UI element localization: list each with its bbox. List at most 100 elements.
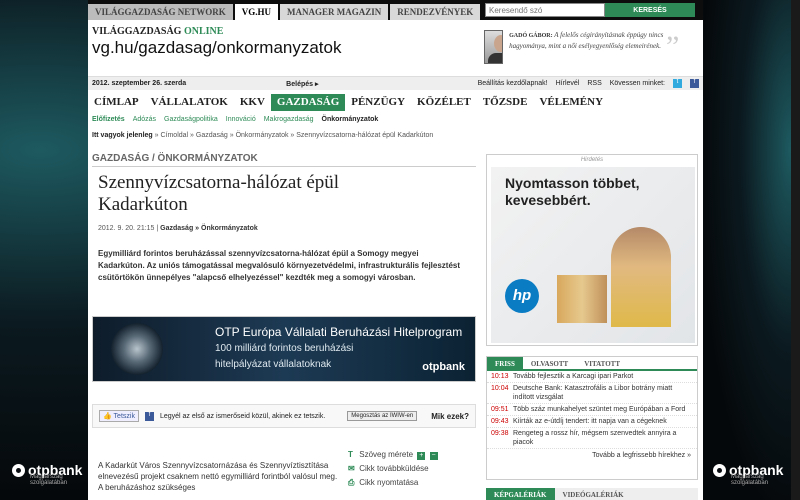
tab-vg[interactable]: VG.hu: [234, 4, 279, 20]
page: VILÁGGAZDASÁG ONLINE vg.hu/gazdasag/onko…: [88, 20, 703, 500]
nav-gazdasag[interactable]: GAZDASÁG: [270, 94, 346, 111]
side-ad-left[interactable]: otpbank Magyarszág szolgálatában: [12, 462, 82, 486]
banner-line2: 100 milliárd forintos beruházási: [215, 343, 354, 354]
font-decrease-button[interactable]: −: [429, 452, 438, 460]
iwiw-share-button[interactable]: Megosztás az IWIW-en: [347, 411, 418, 421]
utility-links: Beállítás kezdőlapnak! Hírlevél RSS Köve…: [478, 79, 699, 88]
news-more-link[interactable]: Tovább a legfrissebb hírekhez »: [487, 449, 697, 462]
envelope-icon: ✉: [348, 464, 355, 473]
social-bar: 👍 Tetszik f Legyél az első az ismerőseid…: [92, 404, 476, 428]
hp-logo: hp: [505, 279, 539, 313]
breadcrumb-path[interactable]: » Címoldal » Gazdaság » Önkormányzatok »…: [155, 132, 434, 139]
brand-logo[interactable]: VILÁGGAZDASÁG ONLINE: [92, 26, 223, 37]
search-input[interactable]: [485, 3, 605, 17]
background-right: [704, 0, 800, 500]
tab-network[interactable]: VILÁGGAZDASÁG Network: [88, 4, 233, 20]
top-network-bar: VILÁGGAZDASÁG Network VG.hu manager maga…: [88, 0, 703, 20]
tab-olvasott[interactable]: OLVASOTT: [523, 357, 576, 369]
nav-velemeny[interactable]: VÉLEMÉNY: [533, 94, 609, 111]
news-tabs: FRISS OLVASOTT VITATOTT: [487, 357, 697, 371]
forward-tool[interactable]: ✉ Cikk továbbküldése: [348, 462, 438, 476]
news-item[interactable]: 09:38 Rengeteg a rossz hír, mégsem szenve…: [487, 428, 697, 449]
font-size-tool: T Szöveg mérete + −: [348, 448, 438, 462]
page-url-title: vg.hu/gazdasag/onkormanyzatok: [92, 38, 342, 57]
facebook-icon: f: [144, 411, 154, 421]
fb-like-text: Legyél az első az ismerőseid közül, akin…: [159, 412, 326, 420]
news-item[interactable]: 10:13 Tovább fejlesztik a Karcagi ipari P…: [487, 371, 697, 383]
quote-text: GADÓ GÁBOR: A felelős cégirányításnak ép…: [509, 30, 674, 64]
ad-boxes-graphic: [557, 275, 607, 323]
nav-vallalatok[interactable]: VÁLLALATOK: [145, 94, 234, 111]
side-ad-right[interactable]: otpbank Magyarszág szolgálatában: [713, 462, 783, 486]
scrollbar[interactable]: [791, 0, 800, 500]
news-item[interactable]: 10:04 Deutsche Bank: Katasztrofális a Lib…: [487, 383, 697, 404]
news-box: FRISS OLVASOTT VITATOTT 10:13 Tovább fejl…: [486, 356, 698, 480]
printer-icon: ⎙: [348, 478, 355, 487]
ad-headline-2: kevesebbért.: [505, 192, 591, 208]
facebook-icon[interactable]: f: [690, 79, 699, 88]
tab-rendezvenyek[interactable]: RENDEZVÉNYEK: [390, 4, 481, 20]
ad-image: Nyomtasson többet, kevesebbért. hp: [491, 167, 695, 343]
tab-friss[interactable]: FRISS: [487, 357, 523, 369]
forward-label: Cikk továbbküldése: [359, 464, 429, 473]
subnav-makrogazdasag[interactable]: Makrogazdaság: [264, 116, 314, 123]
homepage-link[interactable]: Beállítás kezdőlapnak!: [478, 80, 548, 87]
brand-prefix: VILÁGGAZDASÁG: [92, 26, 182, 37]
nav-tozsde[interactable]: TŐZSDE: [477, 94, 534, 111]
rss-link[interactable]: RSS: [587, 80, 601, 87]
tab-videogaleriak[interactable]: VIDEÓGALÉRIÁK: [555, 488, 632, 500]
nav-cimlap[interactable]: CÍMLAP: [88, 94, 145, 111]
sub-nav: Előfizetés Adózás Gazdaságpolitika Innov…: [88, 113, 703, 126]
print-tool[interactable]: ⎙ Cikk nyomtatása: [348, 476, 438, 490]
news-item[interactable]: 09:51 Több száz munkahelyet szüntet meg E…: [487, 404, 697, 416]
side-logo-sub: Magyarszág szolgálatában: [30, 474, 68, 486]
banner-line1: OTP Európa Vállalati Beruházási Hitelpro…: [215, 325, 463, 339]
mik-ezek-link[interactable]: Mik ezek?: [431, 412, 469, 421]
article-title: Szennyvízcsatorna-hálózat épül Kadarkúto…: [98, 172, 340, 215]
ad-child-graphic: [611, 227, 671, 327]
otp-logo-icon: [713, 463, 726, 477]
quote-box[interactable]: GADÓ GÁBOR: A felelős cégirányításnak ép…: [484, 30, 674, 64]
tab-manager-magazin[interactable]: manager magazin: [280, 4, 389, 20]
text-size-icon: T: [348, 450, 353, 459]
font-size-label: Szöveg mérete: [359, 450, 414, 459]
propeller-icon: [111, 323, 163, 375]
quote-author: GADÓ GÁBOR:: [509, 33, 553, 39]
tab-kepgaleriak[interactable]: KÉPGALÉRIÁK: [486, 488, 555, 500]
search-box: KERESÉS: [485, 3, 695, 17]
article-lead: Egymilliárd forintos beruházással szenny…: [98, 249, 461, 282]
subnav-gazdasagpolitika[interactable]: Gazdaságpolitika: [164, 116, 218, 123]
login-link[interactable]: Belépés ▸: [286, 80, 318, 88]
subnav-innovacio[interactable]: Innováció: [226, 116, 256, 123]
nav-kkv[interactable]: KKV: [234, 94, 271, 111]
like-button[interactable]: 👍 Tetszik: [99, 410, 139, 422]
breadcrumb-prefix: Itt vagyok jelenleg: [92, 132, 153, 139]
subnav-onkormanyzatok[interactable]: Önkormányzatok: [322, 116, 379, 123]
twitter-icon[interactable]: t: [673, 79, 682, 88]
section-title: GAZDASÁG / ÖNKORMÁNYZATOK: [92, 153, 476, 167]
font-increase-button[interactable]: +: [417, 452, 426, 460]
article-date: 2012. 9. 20. 21:15 |: [98, 225, 159, 232]
subnav-elofizetes[interactable]: Előfizetés: [92, 116, 125, 123]
banner-line3: hitelpályázat vállalatoknak: [215, 359, 332, 370]
main-nav: CÍMLAP VÁLLALATOK KKV GAZDASÁG PÉNZÜGY K…: [88, 94, 703, 111]
hp-ad[interactable]: Hirdetés Nyomtasson többet, kevesebbért.…: [486, 154, 698, 346]
article-category[interactable]: Gazdaság » Önkormányzatok: [160, 225, 258, 232]
current-date: 2012. szeptember 26. szerda: [92, 80, 187, 87]
side-logo-sub: Magyarszág szolgálatában: [731, 474, 769, 486]
nav-penzugy[interactable]: PÉNZÜGY: [345, 94, 411, 111]
ad-headline: Nyomtasson többet, kevesebbért.: [505, 175, 640, 209]
brand-suffix: ONLINE: [183, 26, 224, 37]
otp-banner-ad[interactable]: OTP Európa Vállalati Beruházási Hitelpro…: [92, 316, 476, 382]
nav-kozelet[interactable]: KÖZÉLET: [411, 94, 477, 111]
subnav-adozas[interactable]: Adózás: [133, 116, 156, 123]
search-button[interactable]: KERESÉS: [605, 3, 695, 17]
tab-vitatott[interactable]: VITATOTT: [576, 357, 628, 369]
newsletter-link[interactable]: Hírlevél: [556, 80, 580, 87]
avatar: [484, 30, 504, 64]
date-bar: 2012. szeptember 26. szerda Belépés ▸ Be…: [88, 76, 703, 90]
news-item[interactable]: 09:43 Kiírták az e-útdíj tendert: itt nap…: [487, 416, 697, 428]
follow-label: Kövessen minket:: [609, 80, 665, 87]
ad-headline-1: Nyomtasson többet,: [505, 175, 640, 191]
ad-label: Hirdetés: [580, 157, 604, 163]
